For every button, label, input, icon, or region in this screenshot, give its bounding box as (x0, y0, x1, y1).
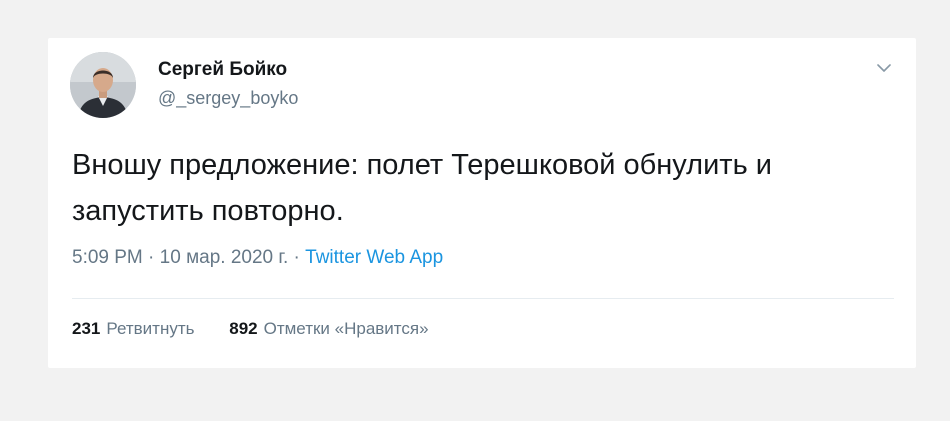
tweet-time[interactable]: 5:09 PM (72, 247, 143, 268)
likes-stat[interactable]: 892 Отметки «Нравится» (229, 319, 428, 339)
retweets-label: Ретвитнуть (106, 319, 195, 338)
avatar-image (70, 52, 136, 118)
likes-label: Отметки «Нравится» (263, 319, 429, 338)
tweet-source-link[interactable]: Twitter Web App (305, 247, 443, 268)
retweets-count: 231 (72, 319, 101, 338)
meta-separator: · (288, 247, 306, 268)
meta-separator: · (142, 247, 160, 268)
avatar[interactable] (70, 52, 136, 118)
author-handle[interactable]: @_sergey_boyko (158, 88, 298, 109)
divider (72, 298, 894, 299)
tweet-date[interactable]: 10 мар. 2020 г. (160, 247, 289, 268)
likes-count: 892 (229, 319, 258, 338)
tweet-stats: 231 Ретвитнуть 892 Отметки «Нравится» (72, 319, 429, 339)
chevron-down-icon[interactable] (872, 56, 896, 80)
tweet-meta: 5:09 PM · 10 мар. 2020 г. · Twitter Web … (72, 247, 443, 269)
author-name[interactable]: Сергей Бойко (158, 59, 287, 81)
tweet-card: Сергей Бойко @_sergey_boyko Вношу предло… (48, 38, 916, 368)
retweets-stat[interactable]: 231 Ретвитнуть (72, 319, 195, 339)
tweet-text: Вношу предложение: полет Терешковой обну… (72, 149, 772, 227)
